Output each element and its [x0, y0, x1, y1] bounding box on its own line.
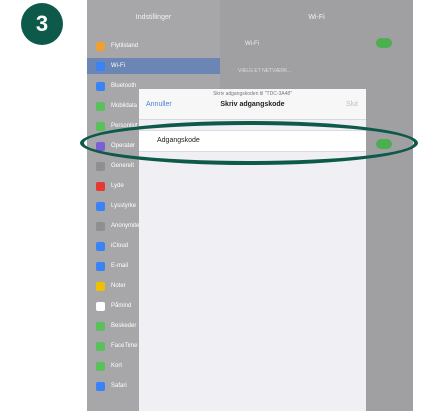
setting-icon [96, 121, 105, 131]
sidebar-item[interactable]: Wi-Fi [87, 58, 220, 74]
setting-icon [96, 81, 105, 91]
modal-header: Skriv adgangskoden til "TDC-3A48" Annull… [139, 89, 366, 120]
setting-icon [96, 101, 105, 111]
wifi-label: Wi-Fi [245, 41, 259, 47]
setting-icon [96, 281, 105, 291]
sidebar-item-label: iCloud [111, 243, 129, 249]
sidebar-title: Indstillinger [135, 14, 172, 21]
setting-icon [96, 341, 105, 351]
setting-icon [96, 161, 105, 171]
highlight-ellipse [80, 121, 418, 165]
sidebar-item-label: Kort [111, 363, 123, 369]
sidebar-item-label: Mobildata [111, 103, 138, 109]
step-badge: 3 [21, 3, 63, 45]
setting-icon [96, 321, 105, 331]
network-section-label: VÆLG ET NETVÆRK... [238, 68, 292, 74]
setting-icon [96, 261, 105, 271]
sidebar-item-label: Påmind [111, 303, 132, 309]
sidebar-item-label: Flytilstand [111, 43, 139, 49]
modal-title: Skriv adgangskode [220, 101, 285, 108]
sidebar-item-label: Bluetooth [111, 83, 137, 89]
wifi-toggle[interactable] [376, 38, 392, 48]
sidebar-item-label: Lyde [111, 183, 124, 189]
sidebar-item-label: Beskeder [111, 323, 137, 329]
sidebar-item-label: Wi-Fi [111, 63, 125, 69]
setting-icon [96, 221, 105, 231]
sidebar-item-label: Generelt [111, 163, 135, 169]
setting-icon [96, 301, 105, 311]
sidebar-item-label: Lysstyrke [111, 203, 137, 209]
detail-title: Wi-Fi [308, 14, 325, 21]
sidebar-item-label: Noter [111, 283, 126, 289]
setting-icon [96, 361, 105, 371]
setting-icon [96, 241, 105, 251]
setting-icon [96, 181, 105, 191]
sidebar-item-label: E-mail [111, 263, 129, 269]
sidebar-item-label: FaceTime [111, 343, 138, 349]
setting-icon [96, 201, 105, 211]
setting-icon [96, 41, 105, 51]
modal-subtitle: Skriv adgangskoden til "TDC-3A48" [213, 91, 292, 97]
sidebar-item-label: Safari [111, 383, 127, 389]
sidebar-item-label: Anonymitet [111, 223, 142, 229]
sidebar-item[interactable]: Flytilstand [87, 38, 220, 54]
join-button[interactable]: Slut [346, 101, 358, 108]
setting-icon [96, 61, 105, 71]
setting-icon [96, 381, 105, 391]
